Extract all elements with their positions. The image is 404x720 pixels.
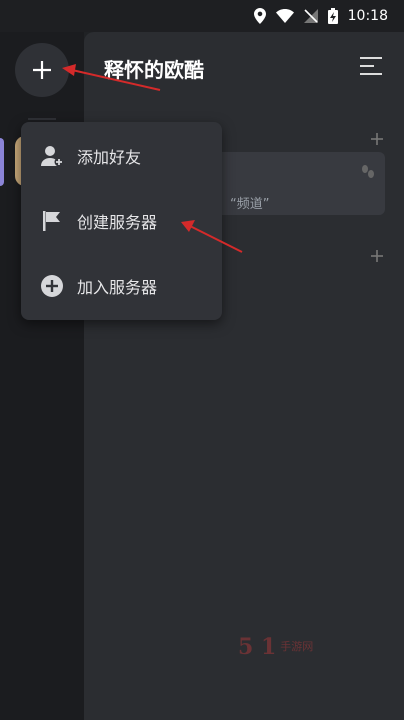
status-time: 10:18	[347, 8, 388, 24]
selected-server-indicator	[0, 138, 4, 186]
menu-item-label: 创建服务器	[77, 213, 158, 232]
sidebar-divider	[28, 118, 56, 120]
wifi-icon	[275, 9, 294, 23]
no-signal-icon	[303, 9, 318, 23]
add-popup-menu: 添加好友 创建服务器 加入服务器	[21, 122, 222, 320]
menu-item-label: 添加好友	[77, 148, 142, 167]
status-bar: 10:18	[0, 0, 404, 32]
menu-item-join-server[interactable]: 加入服务器	[21, 256, 222, 316]
add-circle-icon	[39, 273, 65, 299]
watermark-number: 5 1	[238, 634, 277, 660]
channel-snippet: “频道”	[230, 197, 270, 212]
add-channel-icon[interactable]	[370, 132, 384, 146]
watermark-brand: 手游网	[280, 640, 314, 653]
watermark: 5 1 手游网	[238, 634, 313, 660]
menu-item-label: 加入服务器	[77, 278, 158, 297]
add-category-icon[interactable]	[370, 249, 384, 263]
menu-item-create-server[interactable]: 创建服务器	[21, 191, 222, 251]
location-icon	[253, 8, 266, 24]
server-title: 释怀的欧酷	[104, 58, 204, 82]
battery-icon	[327, 8, 338, 24]
add-server-button[interactable]	[15, 43, 69, 97]
menu-item-add-friend[interactable]: 添加好友	[21, 126, 222, 186]
plus-icon	[33, 61, 51, 79]
add-friend-icon	[39, 143, 65, 169]
menu-icon[interactable]	[360, 56, 382, 76]
flag-icon	[39, 208, 65, 234]
footprints-icon	[362, 165, 374, 178]
